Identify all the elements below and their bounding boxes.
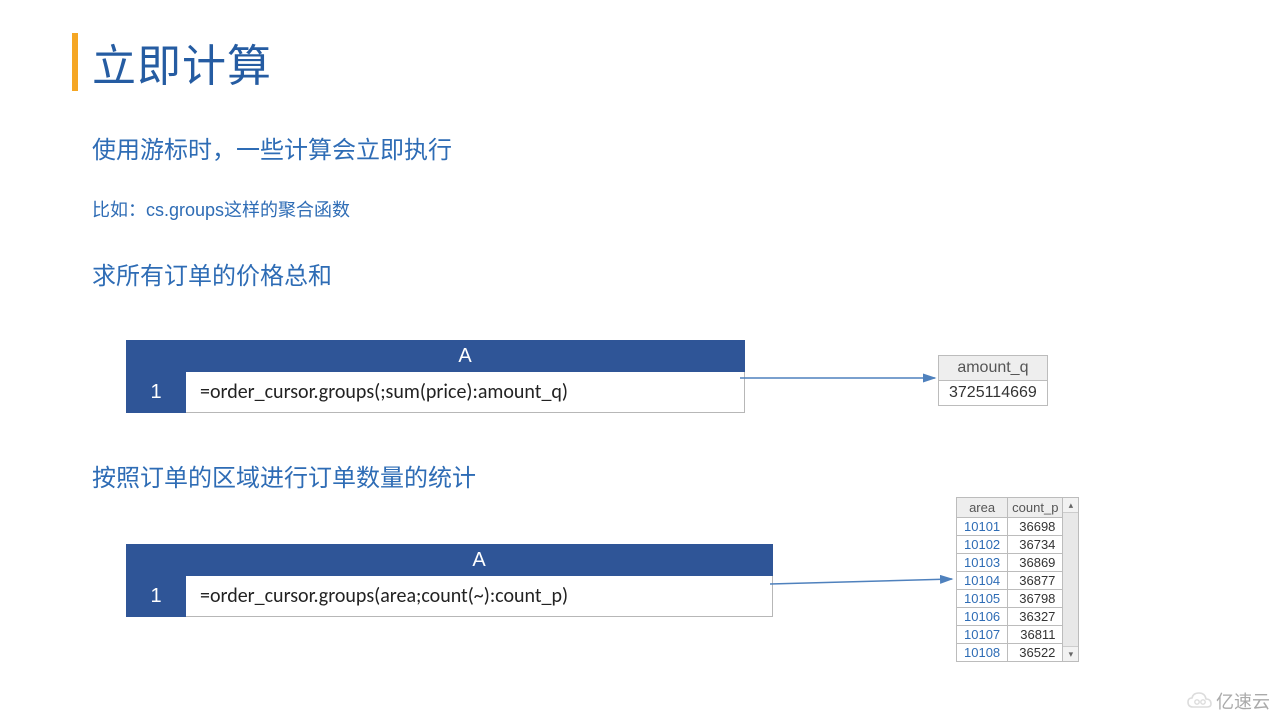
result-table-1: amount_q 3725114669 [938,355,1048,406]
section-1-heading: 求所有订单的价格总和 [92,256,332,291]
table1-col-header: A [186,341,745,372]
table2-row-number: 1 [127,576,186,617]
result-table-2-wrap: area count_p 1010136698 1010236734 10103… [956,497,1079,662]
table-row: 1010136698 [957,518,1063,536]
table-row: 1010836522 [957,644,1063,662]
table-row: 1010436877 [957,572,1063,590]
table-row: 1010236734 [957,536,1063,554]
table2-formula-cell: =order_cursor.groups(area;count(~):count… [186,576,773,617]
scroll-up-icon[interactable]: ▴ [1063,498,1078,513]
table1-formula-cell: =order_cursor.groups(;sum(price):amount_… [186,372,745,413]
result1-header: amount_q [939,356,1048,381]
result-table-2: area count_p 1010136698 1010236734 10103… [956,497,1063,662]
table2-col-header: A [186,545,773,576]
formula-table-2: A 1 =order_cursor.groups(area;count(~):c… [126,544,773,617]
scroll-down-icon[interactable]: ▾ [1063,646,1078,661]
table1-corner [127,341,186,372]
note-text: 比如：cs.groups这样的聚合函数 [92,196,350,222]
watermark-text: 亿速云 [1216,688,1270,714]
arrow-1 [740,348,950,398]
section-2-heading: 按照订单的区域进行订单数量的统计 [92,458,476,493]
result2-scrollbar[interactable]: ▴ ▾ [1063,497,1079,662]
slide: 立即计算 使用游标时，一些计算会立即执行 比如：cs.groups这样的聚合函数… [0,0,1280,720]
watermark: 亿速云 [1186,688,1270,714]
result2-header-count: count_p [1008,498,1063,518]
accent-bar [72,33,78,91]
page-title: 立即计算 [92,30,272,94]
subtitle-text: 使用游标时，一些计算会立即执行 [92,130,452,165]
table-row: 1010536798 [957,590,1063,608]
result1-value: 3725114669 [939,381,1048,406]
formula-table-1: A 1 =order_cursor.groups(;sum(price):amo… [126,340,745,413]
table1-row-number: 1 [127,372,186,413]
table-row: 1010336869 [957,554,1063,572]
title-bar: 立即计算 [72,30,272,94]
arrow-2 [770,556,970,606]
table-row: 1010736811 [957,626,1063,644]
table-row: 1010636327 [957,608,1063,626]
table2-corner [127,545,186,576]
result2-header-area: area [957,498,1008,518]
cloud-icon [1186,691,1212,711]
